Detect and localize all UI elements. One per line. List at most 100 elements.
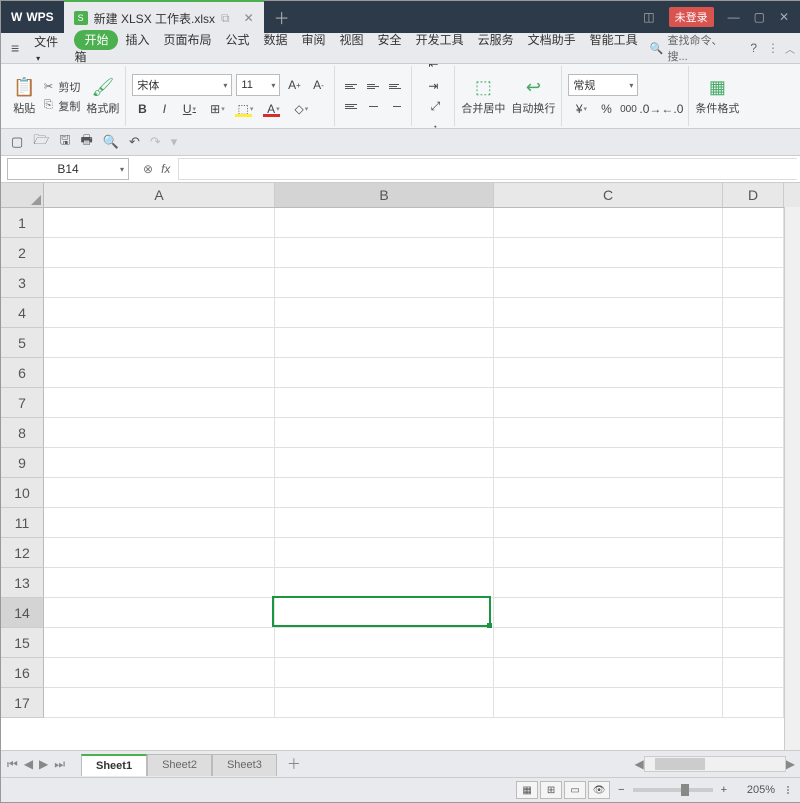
qat-new-icon[interactable]: ▢ [11,134,23,150]
underline-button[interactable]: U▾ [176,100,202,118]
align-left-button[interactable] [341,97,361,115]
horizontal-scrollbar[interactable] [644,756,786,772]
cell-B11[interactable] [275,508,494,538]
sheet-nav-prev-icon[interactable]: ◀ [24,757,33,772]
cell-C11[interactable] [494,508,723,538]
cell-C2[interactable] [494,238,723,268]
font-name-select[interactable]: 宋体▾ [132,74,232,96]
cell-C4[interactable] [494,298,723,328]
font-size-select[interactable]: 11▾ [236,74,280,96]
cell-C16[interactable] [494,658,723,688]
menu-页面布局[interactable]: 页面布局 [156,30,218,50]
increase-decimal-button[interactable]: .0→ [640,100,660,118]
cell-B4[interactable] [275,298,494,328]
menu-文档助手[interactable]: 文档助手 [521,30,583,50]
menu-云服务[interactable]: 云服务 [471,30,521,50]
menu-视图[interactable]: 视图 [333,30,371,50]
cell-D2[interactable] [723,238,784,268]
qat-open-icon[interactable]: 🗁 [33,131,49,153]
sheet-nav-first-icon[interactable]: ⏮ [7,757,18,772]
login-button[interactable]: 未登录 [669,7,714,27]
cell-A6[interactable] [44,358,275,388]
cell-A8[interactable] [44,418,275,448]
qat-redo-icon[interactable]: ↷ [150,134,161,150]
cell-A9[interactable] [44,448,275,478]
view-eye-button[interactable]: 👁 [588,781,610,799]
zoom-out-button[interactable]: − [618,784,624,796]
hscroll-left-icon[interactable]: ◀ [635,757,644,771]
col-header-C[interactable]: C [494,183,723,207]
row-header-4[interactable]: 4 [1,298,44,328]
menu-安全[interactable]: 安全 [371,30,409,50]
conditional-format-button[interactable]: ▦ 条件格式 [695,77,739,116]
row-header-11[interactable]: 11 [1,508,44,538]
increase-font-button[interactable]: A+ [284,76,304,94]
qat-save-icon[interactable]: 🖫 [59,131,70,153]
row-header-16[interactable]: 16 [1,658,44,688]
cell-C1[interactable] [494,208,723,238]
align-right-button[interactable] [385,97,405,115]
col-header-B[interactable]: B [275,183,494,207]
cell-B7[interactable] [275,388,494,418]
col-header-A[interactable]: A [44,183,275,207]
menu-审阅[interactable]: 审阅 [295,30,333,50]
hscroll-right-icon[interactable]: ▶ [786,757,795,771]
cell-B13[interactable] [275,568,494,598]
vertical-scrollbar[interactable] [784,207,800,750]
cell-B1[interactable] [275,208,494,238]
cell-A16[interactable] [44,658,275,688]
zoom-slider[interactable] [633,788,713,792]
indent-increase-button[interactable]: ⇥ [420,77,446,95]
status-menu-icon[interactable] [783,786,793,794]
close-tab-icon[interactable]: ✕ [244,11,254,25]
cell-A14[interactable] [44,598,275,628]
text-direction-button[interactable]: ↕ [422,119,448,129]
qat-more-icon[interactable]: ▾ [171,134,178,150]
row-header-15[interactable]: 15 [1,628,44,658]
formula-input[interactable] [178,158,797,180]
menu-help-icon[interactable]: ? [744,41,763,55]
tab-overflow-icon[interactable]: ⧉ [221,11,230,26]
row-header-1[interactable]: 1 [1,208,44,238]
copy-button[interactable]: ⎘复制 [41,98,80,114]
cell-C10[interactable] [494,478,723,508]
menu-数据[interactable]: 数据 [257,30,295,50]
fx-cancel-icon[interactable]: ⊗ [143,162,153,176]
cell-A17[interactable] [44,688,275,718]
cell-B17[interactable] [275,688,494,718]
add-sheet-button[interactable]: ＋ [277,754,311,774]
fx-icon[interactable]: fx [161,162,170,176]
cell-C3[interactable] [494,268,723,298]
minimize-icon[interactable]: — [728,10,740,24]
bold-button[interactable]: B [132,100,152,118]
sheet-tab-Sheet3[interactable]: Sheet3 [212,754,277,776]
menu-公式[interactable]: 公式 [218,30,256,50]
row-header-13[interactable]: 13 [1,568,44,598]
qat-preview-icon[interactable]: 🔍 [103,134,119,150]
cell-A13[interactable] [44,568,275,598]
cell-B15[interactable] [275,628,494,658]
menu-插入[interactable]: 插入 [118,30,156,50]
cell-B6[interactable] [275,358,494,388]
view-pagebreak-button[interactable]: ⊞ [540,781,562,799]
decrease-decimal-button[interactable]: ←.0 [662,100,682,118]
cell-D11[interactable] [723,508,784,538]
cell-A12[interactable] [44,538,275,568]
col-header-D[interactable]: D [723,183,784,207]
row-header-17[interactable]: 17 [1,688,44,718]
decrease-font-button[interactable]: A- [308,76,328,94]
zoom-in-button[interactable]: + [721,784,727,796]
menu-collapse-icon[interactable]: ︿ [785,41,795,56]
sheet-nav-last-icon[interactable]: ⏭ [54,757,65,772]
cell-B9[interactable] [275,448,494,478]
cell-B10[interactable] [275,478,494,508]
cell-B12[interactable] [275,538,494,568]
align-center-button[interactable] [363,97,383,115]
cell-B8[interactable] [275,418,494,448]
cell-C14[interactable] [494,598,723,628]
row-header-10[interactable]: 10 [1,478,44,508]
cell-A15[interactable] [44,628,275,658]
cell-A7[interactable] [44,388,275,418]
cell-C9[interactable] [494,448,723,478]
cell-D5[interactable] [723,328,784,358]
